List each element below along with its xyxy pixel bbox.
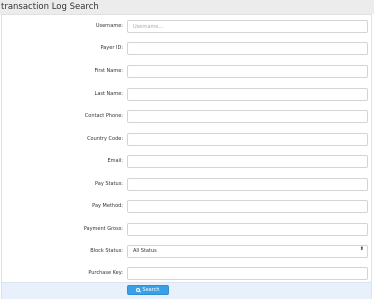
row-purchase-key: Purchase Key:: [2, 267, 371, 280]
select-arrows-icon: ⬍: [359, 246, 364, 252]
contact-phone-input[interactable]: [127, 110, 368, 123]
last-name-label: Last Name:: [94, 91, 123, 97]
form-footer: Search: [2, 282, 371, 299]
email-label: Email:: [107, 158, 123, 164]
username-input[interactable]: [127, 20, 368, 33]
search-button[interactable]: Search: [127, 285, 169, 295]
row-payment-gross: Payment Gross:: [2, 223, 371, 236]
pay-method-input[interactable]: [127, 200, 368, 213]
row-pay-status: Pay Status:: [2, 178, 371, 191]
block-status-selected: All Status: [133, 248, 157, 254]
row-payer-id: Payer ID:: [2, 42, 371, 55]
payer-id-label: Payer ID:: [100, 45, 123, 51]
row-contact-phone: Contact Phone:: [2, 110, 371, 123]
row-email: Email:: [2, 155, 371, 168]
search-icon: [136, 287, 141, 292]
last-name-input[interactable]: [127, 88, 368, 101]
title-bar: transaction Log Search: [0, 0, 374, 14]
row-last-name: Last Name:: [2, 88, 371, 101]
row-country-code: Country Code:: [2, 133, 371, 146]
pay-method-label: Pay Method:: [92, 203, 123, 209]
first-name-input[interactable]: [127, 65, 368, 78]
purchase-key-label: Purchase Key:: [88, 270, 123, 276]
row-username: Username:: [2, 20, 371, 33]
country-code-input[interactable]: [127, 133, 368, 146]
page-title: transaction Log Search: [1, 2, 99, 12]
contact-phone-label: Contact Phone:: [84, 113, 123, 119]
search-form: Username: Payer ID: First Name: Last Nam…: [1, 14, 372, 299]
row-first-name: First Name:: [2, 65, 371, 78]
payer-id-input[interactable]: [127, 42, 368, 55]
search-button-label: Search: [142, 287, 160, 293]
pay-status-input[interactable]: [127, 178, 368, 191]
first-name-label: First Name:: [94, 68, 123, 74]
email-input[interactable]: [127, 155, 368, 168]
country-code-label: Country Code:: [87, 136, 123, 142]
purchase-key-input[interactable]: [127, 267, 368, 280]
payment-gross-input[interactable]: [127, 223, 368, 236]
block-status-select[interactable]: All Status ⬍: [127, 245, 368, 258]
row-pay-method: Pay Method:: [2, 200, 371, 213]
pay-status-label: Pay Status:: [94, 181, 123, 187]
row-block-status: Block Status: All Status ⬍: [2, 245, 371, 258]
username-label: Username:: [95, 23, 123, 29]
payment-gross-label: Payment Gross:: [83, 226, 123, 232]
block-status-label: Block Status:: [90, 248, 123, 254]
